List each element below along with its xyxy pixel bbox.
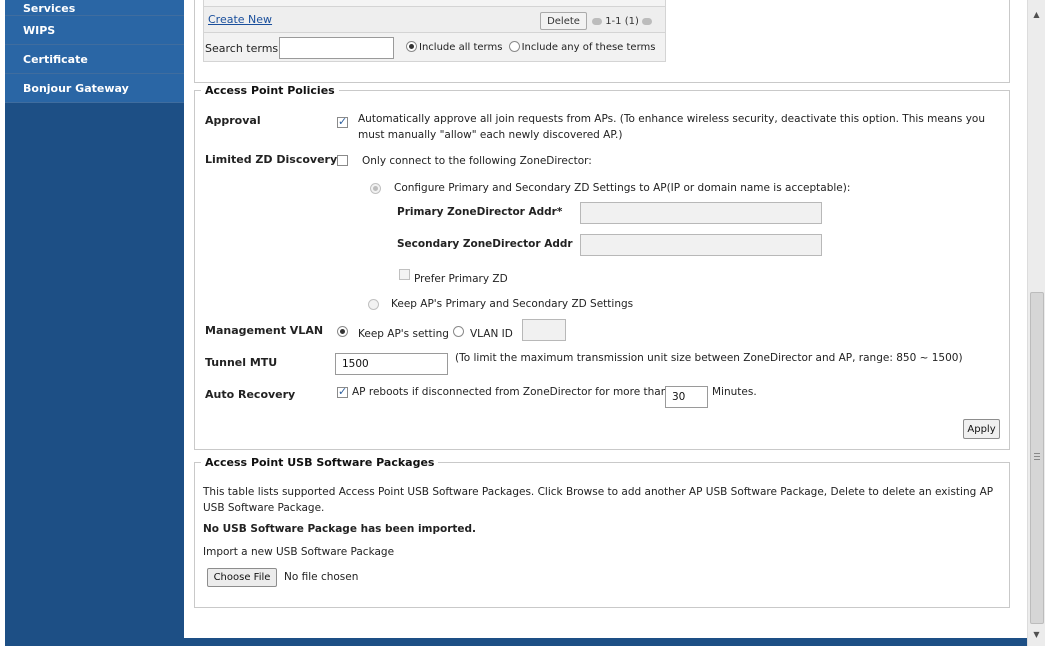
include-all-label: Include all terms bbox=[419, 42, 503, 53]
usb-description: This table lists supported Access Point … bbox=[203, 486, 994, 514]
bottom-band bbox=[5, 638, 1027, 646]
grip-icon bbox=[1034, 453, 1040, 460]
pager-text: 1-1 (1) bbox=[605, 16, 639, 27]
usb-none-imported: No USB Software Package has been importe… bbox=[203, 523, 477, 535]
scroll-up-arrow-icon[interactable]: ▲ bbox=[1028, 6, 1045, 23]
include-all-radio[interactable] bbox=[406, 41, 417, 52]
usb-import-label: Import a new USB Software Package bbox=[203, 546, 395, 558]
table-footer: Create New Delete 1-1 (1) bbox=[203, 7, 666, 33]
pager-next-icon[interactable] bbox=[642, 17, 653, 25]
approval-label: Approval bbox=[205, 114, 261, 127]
limited-zd-text: Only connect to the following ZoneDirect… bbox=[362, 155, 592, 167]
table-row bbox=[203, 0, 666, 7]
auto-recovery-checkbox[interactable] bbox=[337, 385, 348, 398]
delete-button[interactable]: Delete bbox=[540, 12, 587, 30]
keep-vlan-label: Keep AP's setting bbox=[358, 328, 449, 340]
sidebar-item-bonjour-gateway[interactable]: Bonjour Gateway bbox=[5, 74, 184, 103]
search-row: Search terms Include all terms Include a… bbox=[203, 33, 666, 62]
vlan-id-input[interactable] bbox=[522, 319, 566, 341]
approval-checkbox[interactable] bbox=[337, 115, 348, 128]
create-new-link[interactable]: Create New bbox=[208, 13, 272, 26]
include-any-label: Include any of these terms bbox=[521, 42, 656, 53]
main-content: Create New Delete 1-1 (1) Search terms I… bbox=[184, 0, 1027, 638]
section-title: Access Point USB Software Packages bbox=[205, 456, 435, 469]
approval-text: Automatically approve all join requests … bbox=[358, 113, 985, 141]
recovery-minutes-input[interactable]: 30 bbox=[665, 386, 708, 408]
scroll-down-arrow-icon[interactable]: ▼ bbox=[1028, 626, 1045, 643]
file-status: No file chosen bbox=[284, 571, 359, 583]
include-any-radio[interactable] bbox=[508, 41, 520, 52]
keep-zd-radio[interactable] bbox=[368, 299, 379, 310]
mgmt-vlan-label: Management VLAN bbox=[205, 324, 324, 337]
apply-button[interactable]: Apply bbox=[963, 419, 1000, 439]
access-point-policies-section: Access Point Policies Approval Automatic… bbox=[194, 84, 1010, 450]
vlan-id-label: VLAN ID bbox=[470, 328, 513, 340]
pager: 1-1 (1) bbox=[592, 16, 653, 27]
list-panel: Create New Delete 1-1 (1) Search terms I… bbox=[194, 0, 1010, 83]
secondary-zd-input[interactable] bbox=[580, 234, 822, 256]
tunnel-mtu-hint: (To limit the maximum transmission unit … bbox=[455, 352, 963, 364]
vertical-scrollbar[interactable]: ▲ ▼ bbox=[1027, 0, 1045, 646]
prefer-primary-checkbox[interactable] bbox=[399, 269, 410, 280]
auto-recovery-text: AP reboots if disconnected from ZoneDire… bbox=[352, 386, 668, 398]
sidebar-nav: Services WIPS Certificate Bonjour Gatewa… bbox=[5, 0, 184, 638]
choose-file-button[interactable]: Choose File bbox=[207, 568, 277, 587]
search-label: Search terms bbox=[205, 42, 279, 55]
tunnel-mtu-label: Tunnel MTU bbox=[205, 356, 278, 369]
configure-zd-radio[interactable] bbox=[370, 183, 381, 194]
section-title: Access Point Policies bbox=[205, 84, 335, 97]
scrollbar-thumb[interactable] bbox=[1030, 292, 1044, 624]
limited-zd-checkbox[interactable] bbox=[337, 155, 348, 166]
primary-zd-label: Primary ZoneDirector Addr* bbox=[397, 206, 563, 218]
primary-zd-input[interactable] bbox=[580, 202, 822, 224]
vlan-id-radio[interactable] bbox=[453, 326, 464, 337]
keep-vlan-radio[interactable] bbox=[337, 326, 348, 337]
secondary-zd-label: Secondary ZoneDirector Addr bbox=[397, 238, 573, 250]
tunnel-mtu-input[interactable]: 1500 bbox=[335, 353, 448, 375]
sidebar-item-certificate[interactable]: Certificate bbox=[5, 45, 184, 74]
sidebar-item-wips[interactable]: WIPS bbox=[5, 16, 184, 45]
auto-recovery-label: Auto Recovery bbox=[205, 388, 296, 401]
configure-zd-label: Configure Primary and Secondary ZD Setti… bbox=[394, 182, 851, 194]
search-input[interactable] bbox=[279, 37, 394, 59]
prefer-primary-label: Prefer Primary ZD bbox=[414, 273, 508, 285]
limited-zd-label: Limited ZD Discovery bbox=[205, 153, 338, 166]
keep-zd-label: Keep AP's Primary and Secondary ZD Setti… bbox=[391, 298, 634, 310]
pager-prev-icon[interactable] bbox=[592, 17, 602, 25]
sidebar-item-services[interactable]: Services bbox=[5, 0, 184, 16]
usb-packages-section: Access Point USB Software Packages This … bbox=[194, 456, 1010, 608]
minutes-label: Minutes. bbox=[712, 386, 757, 398]
search-mode-group: Include all terms Include any of these t… bbox=[406, 41, 655, 53]
